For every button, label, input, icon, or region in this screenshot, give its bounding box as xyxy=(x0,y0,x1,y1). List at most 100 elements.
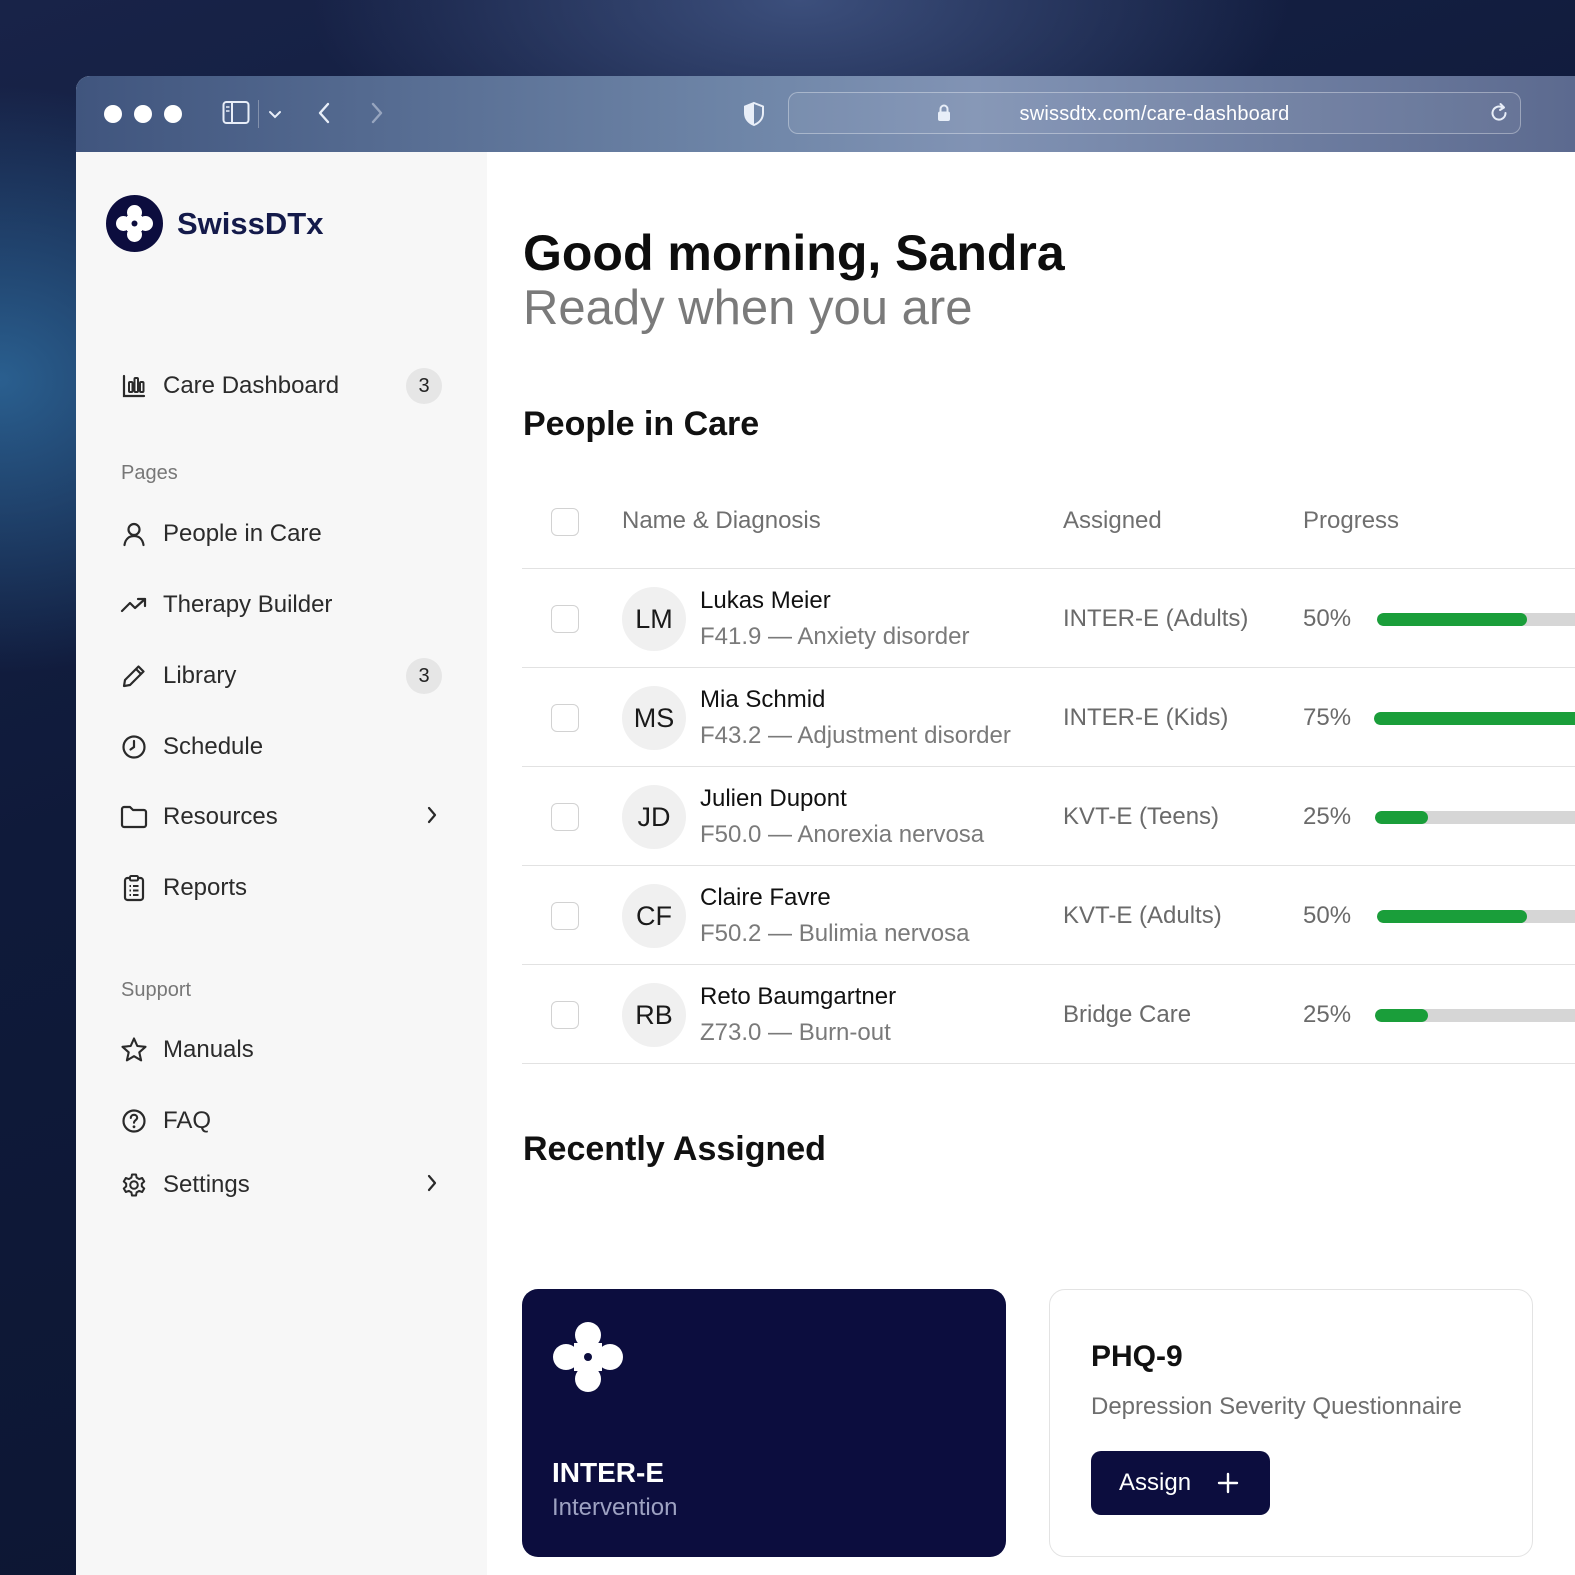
sidebar-item-reports[interactable]: Reports xyxy=(120,866,450,910)
progress-percent: 25% xyxy=(1303,803,1352,830)
progress-bar-fill xyxy=(1375,1009,1428,1022)
row-checkbox[interactable] xyxy=(551,704,579,732)
sidebar-item-manuals[interactable]: Manuals xyxy=(120,1028,450,1072)
user-icon xyxy=(120,520,148,548)
avatar: MS xyxy=(622,686,686,750)
star-icon xyxy=(120,1036,148,1064)
table-row[interactable]: JD Julien Dupont F50.0 — Anorexia nervos… xyxy=(522,767,1575,866)
select-all-checkbox[interactable] xyxy=(551,508,579,536)
recently-assigned-heading: Recently Assigned xyxy=(523,1130,826,1168)
window-zoom-button[interactable] xyxy=(164,105,182,123)
table-row[interactable]: MS Mia Schmid F43.2 — Adjustment disorde… xyxy=(522,668,1575,767)
patient-name[interactable]: Mia Schmid xyxy=(700,686,825,714)
row-checkbox[interactable] xyxy=(551,803,579,831)
window-close-button[interactable] xyxy=(104,105,122,123)
bar-chart-icon xyxy=(120,372,148,400)
sidebar-item-schedule[interactable]: Schedule xyxy=(120,725,450,769)
sidebar-item-label: Library xyxy=(163,662,237,689)
chevron-down-icon[interactable] xyxy=(268,107,282,125)
card-subtitle: Intervention xyxy=(552,1494,678,1521)
sidebar-item-care-dashboard[interactable]: Care Dashboard 3 xyxy=(120,364,450,408)
assign-button-label: Assign xyxy=(1119,1469,1192,1496)
patient-name[interactable]: Reto Baumgartner xyxy=(700,983,896,1011)
patient-name[interactable]: Julien Dupont xyxy=(700,785,847,813)
forward-arrow-icon[interactable] xyxy=(369,101,385,130)
people-table: Name & Diagnosis Assigned Progress LM Lu… xyxy=(522,475,1575,1064)
sidebar-item-settings[interactable]: Settings xyxy=(120,1163,450,1207)
table-row[interactable]: CF Claire Favre F50.2 — Bulimia nervosa … xyxy=(522,866,1575,965)
privacy-shield-icon[interactable] xyxy=(742,101,766,132)
sidebar-item-people-in-care[interactable]: People in Care xyxy=(120,512,450,556)
section-label-pages: Pages xyxy=(121,462,178,484)
progress-bar-fill xyxy=(1377,910,1527,923)
row-checkbox[interactable] xyxy=(551,1001,579,1029)
assign-button[interactable]: Assign xyxy=(1091,1451,1270,1515)
row-checkbox[interactable] xyxy=(551,902,579,930)
table-row[interactable]: RB Reto Baumgartner Z73.0 — Burn-out Bri… xyxy=(522,965,1575,1064)
progress-bar-fill xyxy=(1375,811,1428,824)
progress-bar-fill xyxy=(1374,712,1575,725)
count-badge: 3 xyxy=(406,658,442,694)
row-checkbox[interactable] xyxy=(551,605,579,633)
gear-icon xyxy=(120,1171,148,1199)
url-text: swissdtx.com/care-dashboard xyxy=(1019,103,1290,125)
sidebar-item-resources[interactable]: Resources xyxy=(120,795,450,839)
help-circle-icon xyxy=(120,1107,148,1135)
progress-bar xyxy=(1375,1009,1575,1022)
sidebar-item-label: Care Dashboard xyxy=(163,372,340,399)
column-header-assigned[interactable]: Assigned xyxy=(1063,507,1162,535)
card-title: PHQ-9 xyxy=(1091,1340,1183,1373)
patient-diagnosis: F50.0 — Anorexia nervosa xyxy=(700,821,985,848)
address-bar[interactable]: swissdtx.com/care-dashboard xyxy=(788,92,1521,134)
sidebar-item-label: Manuals xyxy=(163,1036,254,1063)
questionnaire-card[interactable]: PHQ-9 Depression Severity Questionnaire … xyxy=(1049,1289,1533,1557)
progress-percent: 50% xyxy=(1303,902,1352,929)
window-minimize-button[interactable] xyxy=(134,105,152,123)
progress-bar xyxy=(1377,910,1575,923)
table-row[interactable]: LM Lukas Meier F41.9 — Anxiety disorder … xyxy=(522,569,1575,668)
patient-diagnosis: F41.9 — Anxiety disorder xyxy=(700,623,970,650)
people-in-care-heading: People in Care xyxy=(523,405,760,443)
sidebar-item-label: Settings xyxy=(163,1171,250,1198)
sidebar-item-label: Reports xyxy=(163,874,248,901)
sidebar-item-faq[interactable]: FAQ xyxy=(120,1099,450,1143)
patient-name[interactable]: Lukas Meier xyxy=(700,587,831,615)
reload-icon[interactable] xyxy=(1488,102,1510,129)
clock-icon xyxy=(120,733,148,761)
intervention-card[interactable]: INTER-E Intervention xyxy=(522,1289,1006,1557)
main-content: Good morning, Sandra Ready when you are … xyxy=(487,152,1575,1575)
pencil-icon xyxy=(120,662,148,690)
card-subtitle: Depression Severity Questionnaire xyxy=(1091,1393,1462,1420)
assigned-program: Bridge Care xyxy=(1063,1001,1192,1028)
section-label-support: Support xyxy=(121,979,192,1001)
sidebar-item-therapy-builder[interactable]: Therapy Builder xyxy=(120,583,450,627)
sidebar-item-label: Schedule xyxy=(163,733,264,760)
folder-icon xyxy=(120,803,148,831)
progress-percent: 50% xyxy=(1303,605,1352,632)
back-arrow-icon[interactable] xyxy=(316,101,332,130)
count-badge: 3 xyxy=(406,368,442,404)
column-header-progress[interactable]: Progress xyxy=(1303,507,1399,535)
patient-name[interactable]: Claire Favre xyxy=(700,884,831,912)
column-header-name[interactable]: Name & Diagnosis xyxy=(622,507,821,535)
clipboard-icon xyxy=(120,874,148,902)
assigned-program: INTER-E (Kids) xyxy=(1063,704,1229,731)
sidebar-item-library[interactable]: Library 3 xyxy=(120,654,450,698)
brand-name: SwissDTx xyxy=(177,206,324,241)
sidebar: SwissDTx Care Dashboard 3 Pages People i… xyxy=(76,152,487,1575)
sidebar-item-label: FAQ xyxy=(163,1107,212,1134)
patient-diagnosis: F43.2 — Adjustment disorder xyxy=(700,722,1011,749)
progress-bar xyxy=(1377,613,1575,626)
plus-icon xyxy=(1216,1471,1240,1502)
sidebar-item-label: People in Care xyxy=(163,520,322,547)
brand-logo-icon[interactable] xyxy=(106,195,163,252)
browser-toolbar: swissdtx.com/care-dashboard xyxy=(76,76,1575,152)
avatar: RB xyxy=(622,983,686,1047)
patient-diagnosis: Z73.0 — Burn-out xyxy=(700,1019,891,1046)
sidebar-toggle-icon[interactable] xyxy=(222,100,250,131)
progress-percent: 75% xyxy=(1303,704,1352,731)
progress-bar xyxy=(1374,712,1575,725)
greeting-subheading: Ready when you are xyxy=(523,281,973,335)
chevron-right-icon xyxy=(426,1173,438,1198)
sidebar-item-label: Resources xyxy=(163,803,278,830)
